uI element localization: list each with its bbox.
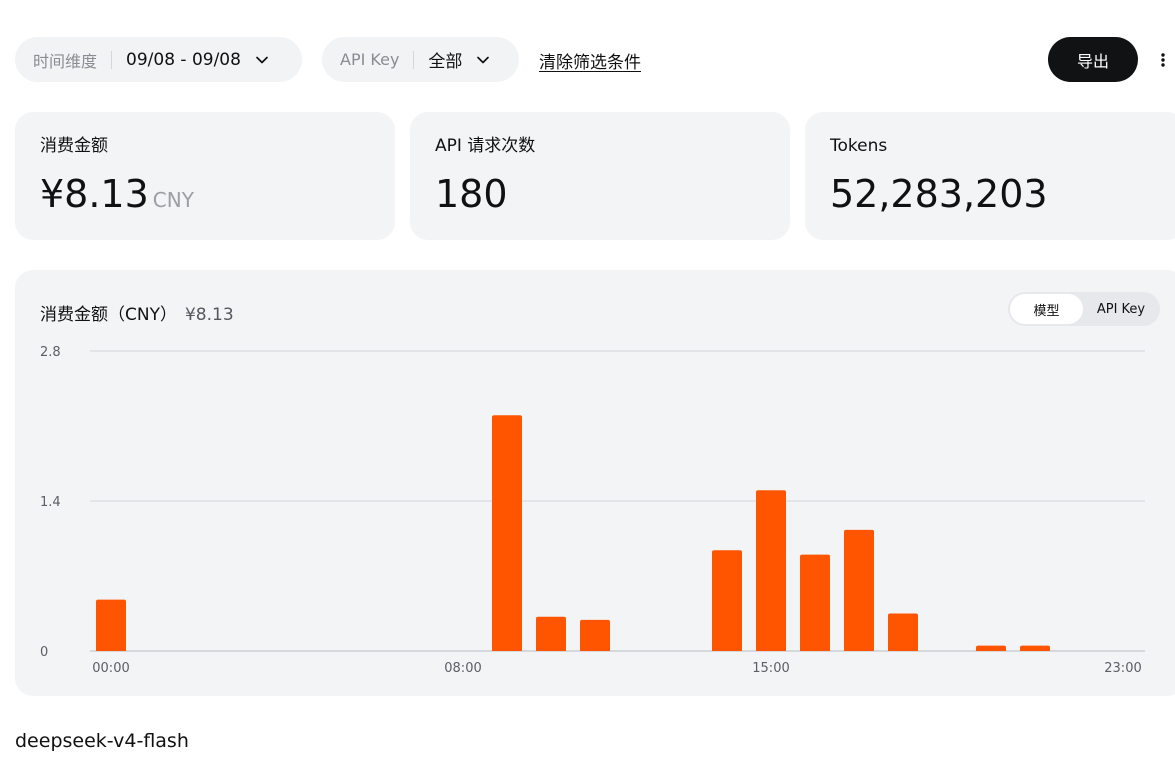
bar	[800, 554, 830, 651]
toggle-api-key-option[interactable]: API Key	[1083, 294, 1159, 324]
spend-value: ¥8.13	[40, 172, 149, 216]
spend-card: 消费金额 ¥8.13 CNY	[15, 112, 395, 240]
chart-title: 消费金额（CNY）	[40, 305, 177, 325]
chevron-down-icon	[476, 53, 490, 67]
time-range-label: 时间维度	[33, 51, 98, 71]
x-tick-label: 08:00	[444, 661, 481, 676]
export-button[interactable]: 导出	[1048, 37, 1138, 82]
y-tick-label: 2.8	[40, 345, 61, 360]
bar	[976, 645, 1006, 651]
bar	[96, 599, 126, 651]
tokens-label: Tokens	[830, 136, 888, 156]
requests-label: API 请求次数	[435, 136, 536, 156]
time-range-filter[interactable]: 时间维度 09/08 - 09/08	[15, 37, 302, 82]
bar	[844, 529, 874, 651]
bar	[1020, 645, 1050, 651]
api-key-filter[interactable]: API Key 全部	[322, 37, 519, 82]
spend-unit: CNY	[152, 188, 194, 212]
bar	[580, 619, 610, 651]
x-tick-label: 15:00	[752, 661, 789, 676]
more-options-icon[interactable]	[1154, 48, 1172, 72]
divider	[413, 50, 415, 69]
spend-chart-card: 2.8 1.4 0 00:00 08:00 15:00 23:00 消费金额（CNY） ¥8.…	[15, 270, 1175, 696]
chevron-down-icon	[255, 53, 269, 67]
toggle-model-option[interactable]: 模型	[1010, 294, 1083, 324]
divider	[111, 50, 113, 69]
chart-total: ¥8.13	[184, 305, 234, 325]
y-tick-label: 1.4	[40, 495, 61, 510]
y-tick-label: 0	[40, 645, 48, 660]
requests-value: 180	[435, 172, 508, 216]
model-section-title: deepseek-v4-flash	[15, 730, 189, 752]
spend-label: 消费金额	[40, 136, 108, 156]
tokens-value: 52,283,203	[830, 172, 1048, 216]
bar	[492, 415, 522, 651]
bar	[712, 550, 742, 651]
requests-card: API 请求次数 180	[410, 112, 790, 240]
clear-filters-link[interactable]: 清除筛选条件	[539, 48, 641, 73]
bar	[888, 613, 918, 651]
bar	[756, 490, 786, 651]
api-key-filter-value: 全部	[428, 52, 463, 72]
x-tick-label: 00:00	[92, 661, 129, 676]
chart-title-row: 消费金额（CNY） ¥8.13	[40, 300, 234, 325]
breakdown-toggle: 模型 API Key	[1008, 292, 1160, 326]
bar	[536, 616, 566, 651]
time-range-value: 09/08 - 09/08	[126, 49, 241, 70]
tokens-card: Tokens 52,283,203	[805, 112, 1175, 240]
spend-value-row: ¥8.13 CNY	[40, 172, 395, 222]
x-tick-label: 23:00	[1104, 661, 1141, 676]
spend-bar-chart: 2.8 1.4 0 00:00 08:00 15:00 23:00	[40, 345, 1145, 676]
api-key-filter-label: API Key	[340, 50, 400, 69]
